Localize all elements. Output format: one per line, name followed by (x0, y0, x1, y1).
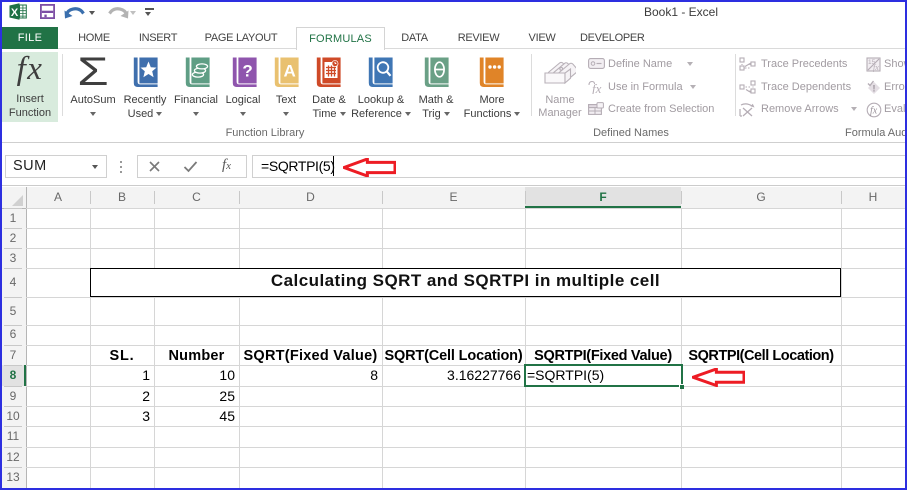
svg-text:A: A (283, 62, 295, 81)
svg-text:fx: fx (592, 81, 602, 94)
svg-text:X: X (11, 7, 19, 19)
svg-text:?: ? (242, 62, 252, 81)
svg-text:fx: fx (870, 106, 878, 117)
svg-text:!: ! (873, 84, 876, 94)
